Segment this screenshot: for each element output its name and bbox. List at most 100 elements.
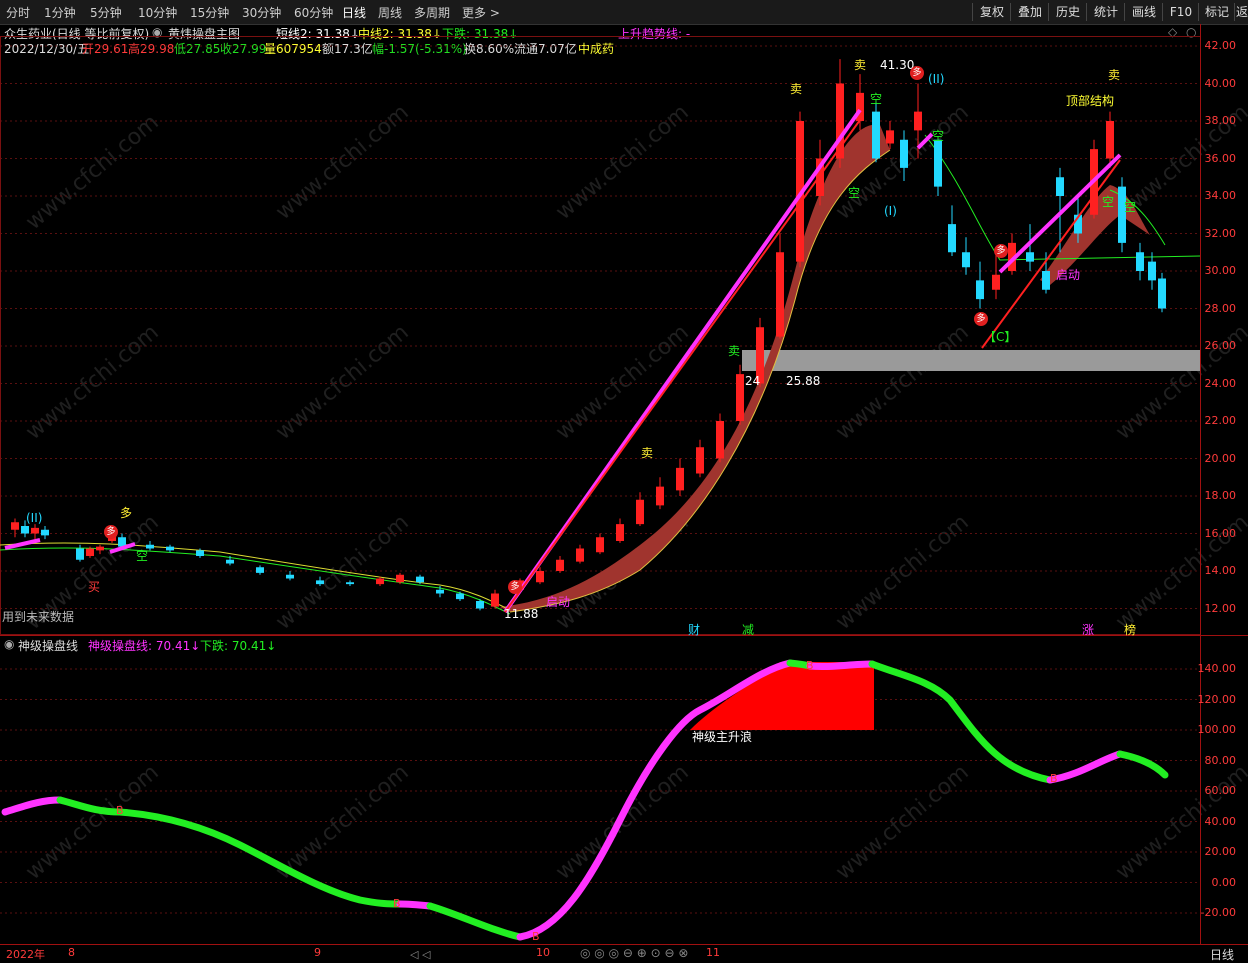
- candle-body: [476, 601, 484, 609]
- candle-body: [376, 578, 384, 585]
- sub-indicator-title[interactable]: 神级操盘线: [18, 637, 78, 654]
- short-marker: 空: [848, 186, 861, 200]
- indicator-tick: 20.00: [1204, 845, 1237, 858]
- candle-body: [914, 111, 922, 131]
- short-marker: 空: [870, 92, 883, 106]
- sub-down-label: 下跌: 70.41↓: [200, 639, 277, 653]
- candle-body: [948, 224, 956, 253]
- zoom-controls-icon[interactable]: ◎ ◎ ◎ ⊖ ⊕ ⊙ ⊖ ⊗: [580, 946, 688, 960]
- reduce-marker: 减: [742, 623, 755, 637]
- candle-body: [716, 421, 724, 459]
- low-price-label: 11.88: [504, 607, 539, 621]
- candle-body: [736, 374, 744, 421]
- price-tick: 42.00: [1204, 39, 1237, 52]
- candle-body: [596, 537, 604, 553]
- operation-line-segment: [1116, 750, 1169, 779]
- candle-body: [41, 529, 49, 536]
- candle-body: [696, 447, 704, 474]
- candle-body: [576, 548, 584, 562]
- candle-body: [286, 574, 294, 579]
- candle-body: [656, 486, 664, 506]
- price-tick: 22.00: [1204, 414, 1237, 427]
- long-circle-text: 多: [510, 582, 520, 592]
- long-circle-text: 多: [912, 68, 922, 78]
- candle-body: [21, 526, 29, 534]
- long-circle-text: 多: [106, 527, 116, 537]
- candle-body: [976, 280, 984, 300]
- operation-line: [1, 659, 1169, 941]
- short-marker: 空: [1124, 200, 1137, 214]
- price-tick: 30.00: [1204, 264, 1237, 277]
- price-tick: 14.00: [1204, 564, 1237, 577]
- candle-body: [31, 527, 39, 534]
- sell-marker: 卖: [641, 446, 654, 460]
- finance-marker: 财: [688, 623, 701, 637]
- candle-body: [166, 546, 174, 551]
- candle-body: [1136, 252, 1144, 271]
- candle-body: [616, 524, 624, 541]
- candle-body: [1026, 252, 1034, 262]
- rank-marker: 榜: [1124, 623, 1137, 637]
- short-marker: 空: [1102, 195, 1115, 209]
- price-tick: 36.00: [1204, 151, 1237, 165]
- candle-body: [1042, 271, 1050, 290]
- sell-marker: 卖: [854, 58, 867, 72]
- indicator-tick: 100.00: [1197, 723, 1237, 736]
- chart-canvas[interactable]: [0, 0, 1248, 959]
- candle-body: [1056, 177, 1064, 196]
- price-tick: 24.00: [1204, 376, 1237, 390]
- year-label: 2022年: [6, 948, 45, 961]
- long-circle-marker: 多: [994, 244, 1008, 258]
- price-tick: 34.00: [1204, 189, 1237, 202]
- price-tick: 18.00: [1204, 489, 1237, 502]
- price-tick: 26.00: [1204, 339, 1237, 352]
- indicator-tick: 80.00: [1204, 753, 1237, 767]
- candle-body: [992, 274, 1000, 290]
- candle-body: [900, 139, 908, 168]
- candle-body: [872, 111, 880, 159]
- long-circle-marker: 多: [910, 66, 924, 80]
- price-tick: 32.00: [1204, 226, 1237, 240]
- candle-body: [1158, 278, 1166, 309]
- operation-line-segment: [868, 660, 1054, 784]
- month-label: 11: [706, 946, 720, 959]
- main-wave-label: 神级主升浪: [692, 730, 753, 744]
- long-circle-text: 多: [996, 246, 1006, 256]
- candle-body: [676, 467, 684, 491]
- candle-body: [86, 548, 94, 556]
- b-marker: B: [1050, 772, 1058, 785]
- future-data-note: 用到未来数据: [2, 610, 75, 624]
- operation-line-segment: [1046, 750, 1124, 784]
- peak-price-label: 41.30: [880, 58, 915, 72]
- scroll-left-icon[interactable]: ◁ ◁: [410, 948, 430, 961]
- price-tick: 38.00: [1204, 114, 1237, 127]
- candle-body: [416, 576, 424, 583]
- candle-body: [536, 571, 544, 583]
- top-structure-label: 顶部结构: [1066, 94, 1115, 108]
- buy-marker: 买: [88, 580, 101, 594]
- indicator-tick: 140.00: [1197, 662, 1237, 675]
- candle-body: [1148, 261, 1156, 281]
- long-circle-marker: 多: [508, 580, 522, 594]
- long-circle-text: 多: [976, 314, 986, 324]
- price-tick: 12.00: [1204, 601, 1237, 615]
- operation-line-segment: [396, 900, 434, 910]
- short-marker: 空: [136, 549, 149, 563]
- b-marker: B: [116, 804, 124, 817]
- candle-body: [886, 130, 894, 144]
- candle-body: [196, 550, 204, 556]
- start-marker: 启动: [546, 595, 571, 609]
- candle-body: [436, 589, 444, 594]
- operation-line-segment: [1, 796, 64, 816]
- candle-body: [316, 580, 324, 585]
- sell-marker: 卖: [790, 82, 803, 96]
- start-marker: 启动: [1056, 268, 1081, 282]
- wave-label: (II): [928, 72, 945, 86]
- candle-body: [556, 559, 564, 571]
- candle-body: [76, 548, 84, 560]
- price-tick: 16.00: [1204, 526, 1237, 540]
- long-circle-marker: 多: [104, 525, 118, 539]
- period-indicator[interactable]: 日线: [1210, 946, 1234, 963]
- sub-indicator-icon[interactable]: ◉: [4, 637, 14, 651]
- candle-body: [346, 582, 354, 585]
